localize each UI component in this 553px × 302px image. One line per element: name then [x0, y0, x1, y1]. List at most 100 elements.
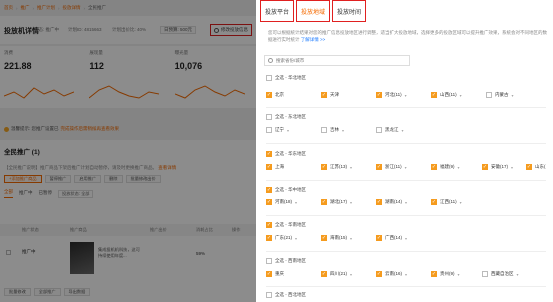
learn-more-link[interactable]: 了解详情 >> — [301, 37, 326, 42]
region-select-all[interactable]: ✓ 全选 - 华南地区 — [266, 221, 306, 229]
modal-overlay[interactable] — [0, 0, 256, 302]
checkbox-checked[interactable]: ✓ — [266, 151, 272, 157]
province-option[interactable]: ✓ 江西(11) ▾ — [431, 198, 462, 206]
checkbox-checked[interactable]: ✓ — [321, 271, 327, 277]
province-option[interactable]: ✓ 湖南(14) ▾ — [376, 198, 407, 206]
chevron-down-icon[interactable]: ▾ — [350, 165, 352, 170]
province-option[interactable]: ✓ 安徽(17) ▾ — [482, 163, 513, 171]
chevron-down-icon[interactable]: ▾ — [405, 272, 407, 277]
checkbox[interactable] — [266, 258, 272, 264]
province-option[interactable]: ✓ 浙江(11) ▾ — [376, 163, 407, 171]
province-label: 江西(11) — [440, 199, 457, 204]
province-option[interactable]: 黑龙江 ▾ — [376, 126, 404, 134]
chevron-down-icon[interactable]: ▾ — [295, 200, 297, 205]
checkbox-checked[interactable]: ✓ — [266, 199, 272, 205]
checkbox[interactable] — [266, 75, 272, 81]
checkbox-checked[interactable]: ✓ — [376, 199, 382, 205]
chevron-down-icon[interactable]: ▾ — [350, 272, 352, 277]
checkbox-checked[interactable]: ✓ — [266, 187, 272, 193]
region-label: 全选 - 华北地区 — [275, 75, 306, 80]
checkbox-checked[interactable]: ✓ — [266, 271, 272, 277]
province-option[interactable]: ✓ 广西(14) ▾ — [376, 234, 407, 242]
province-option[interactable]: ✓ 重庆 — [266, 270, 284, 278]
region-select-all[interactable]: 全选 - 西南地区 — [266, 257, 306, 265]
chevron-down-icon[interactable]: ▾ — [458, 272, 460, 277]
checkbox[interactable] — [266, 292, 272, 298]
checkbox[interactable] — [266, 127, 272, 133]
province-option[interactable]: ✓ 山东( — [526, 163, 546, 171]
province-label: 广西(14) — [385, 235, 403, 240]
checkbox-checked[interactable]: ✓ — [431, 271, 437, 277]
checkbox-checked[interactable]: ✓ — [266, 235, 272, 241]
checkbox-checked[interactable]: ✓ — [431, 164, 437, 170]
chevron-down-icon[interactable]: ▾ — [405, 165, 407, 170]
tab-time[interactable]: 投放时间 — [332, 0, 367, 22]
checkbox-checked[interactable]: ✓ — [376, 271, 382, 277]
chevron-down-icon[interactable]: ▾ — [512, 93, 514, 98]
checkbox-checked[interactable]: ✓ — [376, 164, 382, 170]
checkbox-checked[interactable]: ✓ — [321, 164, 327, 170]
chevron-down-icon[interactable]: ▾ — [350, 200, 352, 205]
province-option[interactable]: 辽宁 ▾ — [266, 126, 289, 134]
tab-region[interactable]: 投放地域 — [296, 0, 331, 22]
checkbox[interactable] — [486, 92, 492, 98]
province-option[interactable]: 内蒙古 ▾ — [486, 91, 514, 99]
chevron-down-icon[interactable]: ▾ — [458, 165, 460, 170]
region-select-all[interactable]: ✓ 全选 - 华东地区 — [266, 150, 306, 158]
province-option[interactable]: 西藏自治区 ▾ — [482, 270, 519, 278]
chevron-down-icon[interactable]: ▾ — [342, 128, 344, 133]
province-option[interactable]: ✓ 天津 — [321, 91, 339, 99]
checkbox-checked[interactable]: ✓ — [321, 235, 327, 241]
province-option[interactable]: ✓ 福建(9) ▾ — [431, 163, 460, 171]
checkbox-checked[interactable]: ✓ — [266, 92, 272, 98]
chevron-down-icon[interactable]: ▾ — [287, 128, 289, 133]
checkbox-checked[interactable]: ✓ — [431, 199, 437, 205]
province-option[interactable]: ✓ 江苏(13) ▾ — [321, 163, 352, 171]
tab-platform[interactable]: 投放平台 — [260, 0, 295, 22]
checkbox-checked[interactable]: ✓ — [376, 92, 382, 98]
province-option[interactable]: ✓ 广东(21) ▾ — [266, 234, 297, 242]
checkbox[interactable] — [321, 127, 327, 133]
chevron-down-icon[interactable]: ▾ — [405, 200, 407, 205]
region-search[interactable] — [264, 55, 410, 66]
province-label: 西藏自治区 — [491, 271, 514, 276]
region-search-input[interactable] — [276, 58, 396, 63]
checkbox-checked[interactable]: ✓ — [431, 92, 437, 98]
region-select-all[interactable]: 全选 - 西北地区 — [266, 291, 306, 299]
chevron-down-icon[interactable]: ▾ — [511, 165, 513, 170]
chevron-down-icon[interactable]: ▾ — [350, 236, 352, 241]
chevron-down-icon[interactable]: ▾ — [295, 236, 297, 241]
chevron-down-icon[interactable]: ▾ — [405, 93, 407, 98]
chevron-down-icon[interactable]: ▾ — [460, 93, 462, 98]
province-option[interactable]: ✓ 云南(16) ▾ — [376, 270, 407, 278]
checkbox-checked[interactable]: ✓ — [266, 164, 272, 170]
checkbox-checked[interactable]: ✓ — [321, 92, 327, 98]
province-option[interactable]: ✓ 河南(18) ▾ — [266, 198, 297, 206]
chevron-down-icon[interactable]: ▾ — [460, 200, 462, 205]
province-option[interactable]: 吉林 ▾ — [321, 126, 344, 134]
background-app: 首页 › 推广 › 推广计划 › 投放详情 › 全民推广 投放机详情 状态: 推广中 计… — [0, 0, 256, 302]
chevron-down-icon[interactable]: ▾ — [402, 128, 404, 133]
region-select-all[interactable]: 全选 - 东北地区 — [266, 113, 306, 121]
province-option[interactable]: ✓ 湖北(17) ▾ — [321, 198, 352, 206]
checkbox-checked[interactable]: ✓ — [526, 164, 532, 170]
checkbox[interactable] — [482, 271, 488, 277]
checkbox-checked[interactable]: ✓ — [376, 235, 382, 241]
checkbox-checked[interactable]: ✓ — [482, 164, 488, 170]
province-option[interactable]: ✓ 贵州(9) ▾ — [431, 270, 460, 278]
region-select-all[interactable]: 全选 - 华北地区 — [266, 74, 306, 82]
chevron-down-icon[interactable]: ▾ — [405, 236, 407, 241]
checkbox-checked[interactable]: ✓ — [266, 222, 272, 228]
province-option[interactable]: ✓ 上海 — [266, 163, 284, 171]
province-option[interactable]: ✓ 山西(11) ▾ — [431, 91, 462, 99]
province-option[interactable]: ✓ 四川(21) ▾ — [321, 270, 352, 278]
province-option[interactable]: ✓ 河北(11) ▾ — [376, 91, 407, 99]
checkbox[interactable] — [266, 114, 272, 120]
chevron-down-icon[interactable]: ▾ — [517, 272, 519, 277]
province-option[interactable]: ✓ 北京 — [266, 91, 284, 99]
checkbox[interactable] — [376, 127, 382, 133]
province-label: 安徽(17) — [491, 164, 509, 169]
region-select-all[interactable]: ✓ 全选 - 华中地区 — [266, 186, 306, 194]
checkbox-checked[interactable]: ✓ — [321, 199, 327, 205]
province-option[interactable]: ✓ 海南(15) ▾ — [321, 234, 352, 242]
